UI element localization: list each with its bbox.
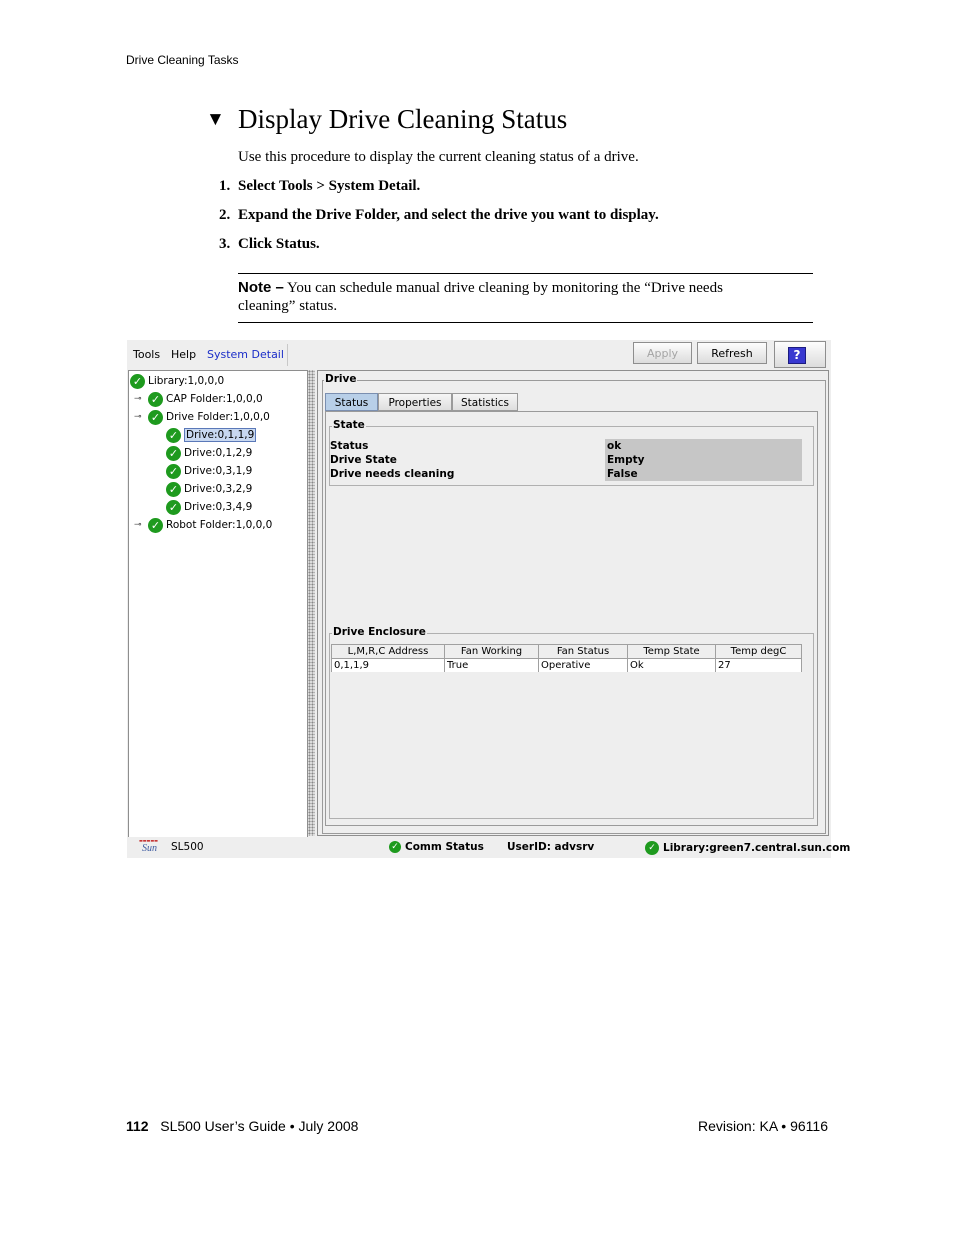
apply-button[interactable]: Apply (633, 342, 692, 364)
comm-status: ✓ Comm Status (389, 841, 484, 853)
tree-node-drive-0349[interactable]: ✓ Drive:0,3,4,9 (166, 499, 252, 515)
library-ok-icon: ✓ (645, 841, 659, 855)
state-table: Status ok Drive State Empty Drive needs … (330, 439, 810, 483)
state-label-drive-needs-cleaning: Drive needs cleaning (330, 468, 455, 480)
status-bar: ▬▬▬▬▬ Sun SL500 ✓ Comm Status UserID: adv… (127, 837, 850, 858)
ok-status-icon: ✓ (166, 427, 181, 443)
revision: Revision: KA (698, 1118, 778, 1134)
column-header-temp-state[interactable]: Temp State (628, 645, 716, 658)
tab-status[interactable]: Status (325, 393, 378, 411)
table-cell-temp-state[interactable]: Ok (628, 659, 716, 672)
table-cell-temp-degc[interactable]: 27 (716, 659, 801, 672)
tab-properties[interactable]: Properties (378, 393, 452, 411)
sun-logo: ▬▬▬▬▬ Sun (139, 839, 158, 854)
tree-node-cap-folder[interactable]: ✓ CAP Folder:1,0,0,0 (148, 391, 263, 407)
tree-collapse-handle-icon[interactable]: ⊸ (134, 412, 142, 422)
ok-status-icon: ✓ (166, 481, 181, 497)
step-3: 3. Click Status. (219, 236, 320, 252)
ok-status-icon: ✓ (148, 391, 163, 407)
page-number: 112 (126, 1118, 149, 1134)
tree-node-robot-folder[interactable]: ✓ Robot Folder:1,0,0,0 (148, 517, 272, 533)
split-pane-divider[interactable] (308, 370, 315, 836)
column-header-fan-status[interactable]: Fan Status (539, 645, 628, 658)
state-value-drive-needs-cleaning: False (605, 467, 802, 481)
menu-separator (287, 344, 288, 366)
comm-ok-icon: ✓ (389, 841, 401, 853)
document-number: 96116 (790, 1118, 828, 1134)
footer-right: Revision: KA • 96116 (698, 1118, 828, 1134)
table-cell-fan-working[interactable]: True (445, 659, 539, 672)
publication-date: July 2008 (298, 1118, 359, 1134)
sl500-console-screenshot: Tools Help System Detail Apply Refresh ?… (127, 340, 850, 858)
product-name: SL500 (171, 841, 204, 853)
tree-node-drive-0319[interactable]: ✓ Drive:0,3,1,9 (166, 463, 252, 479)
note-text-line2: cleaning” status. (238, 298, 338, 314)
ok-status-icon: ✓ (148, 409, 163, 425)
note-box: Note – You can schedule manual drive cle… (238, 273, 813, 323)
ok-status-icon: ✓ (130, 373, 145, 389)
section-title: ▼ Display Drive Cleaning Status (206, 104, 567, 135)
status-tab-content: State Status ok Drive State Empty Drive … (325, 411, 818, 826)
ok-status-icon: ✓ (166, 463, 181, 479)
table-cell-fan-status[interactable]: Operative (539, 659, 628, 672)
tree-node-drive-0129[interactable]: ✓ Drive:0,1,2,9 (166, 445, 252, 461)
state-label-drive-state: Drive State (330, 454, 397, 466)
help-icon: ? (788, 347, 806, 364)
state-value-status: ok (605, 439, 802, 453)
drive-detail-panel: Drive Status Properties Statistics State… (317, 370, 829, 836)
help-button[interactable]: ? (774, 341, 826, 368)
column-header-fan-working[interactable]: Fan Working (445, 645, 539, 658)
menu-system-detail[interactable]: System Detail (207, 348, 284, 361)
tree-node-drive-0329[interactable]: ✓ Drive:0,3,2,9 (166, 481, 252, 497)
drive-group-title: Drive (324, 373, 358, 385)
drive-enclosure-group-title: Drive Enclosure (332, 626, 427, 638)
running-header: Drive Cleaning Tasks (126, 53, 239, 67)
tree-expand-handle-icon[interactable]: ⊸ (134, 394, 142, 404)
step-2: 2. Expand the Drive Folder, and select th… (219, 207, 659, 223)
library-connection: ✓ Library:green7.central.sun.com (645, 841, 850, 855)
refresh-button[interactable]: Refresh (697, 342, 767, 364)
tab-statistics[interactable]: Statistics (452, 393, 518, 411)
guide-title: SL500 User’s Guide (160, 1118, 286, 1134)
enclosure-table: L,M,R,C Address Fan Working Fan Status T… (331, 644, 802, 672)
column-header-temp-degc[interactable]: Temp degC (716, 645, 801, 658)
state-label-status: Status (330, 440, 369, 452)
tree-node-drive-folder[interactable]: ✓ Drive Folder:1,0,0,0 (148, 409, 270, 425)
ok-status-icon: ✓ (166, 445, 181, 461)
user-id: UserID: advsrv (507, 841, 595, 853)
step-1: 1. Select Tools > System Detail. (219, 178, 421, 194)
triangle-marker-icon: ▼ (206, 109, 225, 130)
menubar: Tools Help System Detail Apply Refresh ? (127, 340, 831, 370)
tree-node-drive-0119[interactable]: ✓ Drive:0,1,1,9 (166, 427, 257, 443)
section-title-text: Display Drive Cleaning Status (238, 104, 568, 134)
menu-tools[interactable]: Tools (133, 348, 160, 361)
footer-left: 112 SL500 User’s Guide • July 2008 (126, 1118, 359, 1134)
ok-status-icon: ✓ (166, 499, 181, 515)
state-group-title: State (332, 419, 366, 431)
menu-help[interactable]: Help (171, 348, 196, 361)
tree-node-library[interactable]: ✓ Library:1,0,0,0 (130, 373, 224, 389)
note-text-line1: You can schedule manual drive cleaning b… (287, 280, 723, 296)
table-cell-address[interactable]: 0,1,1,9 (332, 659, 445, 672)
tree-expand-handle-icon[interactable]: ⊸ (134, 520, 142, 530)
system-tree: ✓ Library:1,0,0,0 ⊸ ✓ CAP Folder:1,0,0,0 ⊸… (128, 370, 308, 838)
column-header-address[interactable]: L,M,R,C Address (332, 645, 445, 658)
intro-paragraph: Use this procedure to display the curren… (238, 149, 639, 165)
state-value-drive-state: Empty (605, 453, 802, 467)
ok-status-icon: ✓ (148, 517, 163, 533)
note-label: Note – (238, 279, 284, 296)
